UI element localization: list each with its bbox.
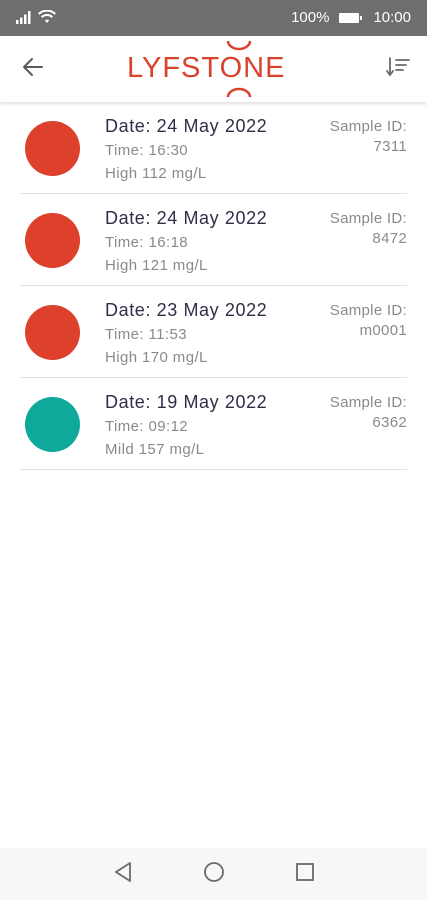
back-button[interactable] [18, 54, 48, 84]
sample-id-label: Sample ID: [329, 118, 407, 135]
sample-list: Date: 24 May 2022 Time: 16:30 High 112 m… [0, 102, 427, 470]
sample-date: Date: 24 May 2022 [105, 116, 268, 136]
battery-percentage: 100% [291, 9, 330, 26]
signal-icon [16, 10, 32, 29]
sample-id-label: Sample ID: [329, 210, 407, 227]
app-bar: LYFSTONE [0, 36, 427, 102]
sample-id-label: Sample ID: [329, 394, 407, 411]
sample-id-value: m0001 [359, 322, 407, 339]
status-indicator [25, 305, 80, 360]
status-indicator [25, 213, 80, 268]
sample-time: Time: 16:18 [105, 234, 189, 251]
sample-id-value: 6362 [372, 414, 407, 431]
sample-row[interactable]: Date: 24 May 2022 Time: 16:30 High 112 m… [20, 102, 407, 194]
logo-text: LYFSTONE [127, 52, 286, 84]
sample-date: Date: 24 May 2022 [105, 208, 268, 228]
wifi-icon [38, 9, 56, 29]
sort-button[interactable] [383, 54, 413, 84]
sort-icon [386, 56, 410, 82]
circle-home-icon [203, 861, 225, 888]
system-nav-bar [0, 848, 427, 900]
status-bar: 100% 10:00 [0, 0, 427, 36]
nav-recents-button[interactable] [293, 862, 317, 886]
battery-icon [339, 12, 363, 23]
brand-logo: LYFSTONE [127, 36, 299, 102]
sample-time: Time: 11:53 [105, 326, 187, 343]
arrow-left-icon [22, 57, 44, 82]
status-indicator [25, 121, 80, 176]
sample-reading: High 121 mg/L [105, 257, 208, 274]
status-right: 100% 10:00 [291, 9, 411, 26]
sample-id-value: 7311 [373, 138, 407, 155]
sample-id-value: 8472 [372, 230, 407, 247]
sample-time: Time: 09:12 [105, 418, 189, 435]
sample-row[interactable]: Date: 19 May 2022 Time: 09:12 Mild 157 m… [20, 378, 407, 470]
status-indicator [25, 397, 80, 452]
clock: 10:00 [373, 9, 411, 26]
nav-back-button[interactable] [111, 861, 135, 888]
sample-date: Date: 23 May 2022 [105, 300, 268, 320]
square-recents-icon [295, 862, 315, 887]
sample-reading: High 170 mg/L [105, 349, 208, 366]
sample-time: Time: 16:30 [105, 142, 189, 159]
sample-row[interactable]: Date: 24 May 2022 Time: 16:18 High 121 m… [20, 194, 407, 286]
sample-reading: Mild 157 mg/L [105, 441, 205, 458]
triangle-back-icon [113, 861, 133, 888]
sample-row[interactable]: Date: 23 May 2022 Time: 11:53 High 170 m… [20, 286, 407, 378]
nav-home-button[interactable] [202, 861, 226, 888]
sample-id-label: Sample ID: [329, 302, 407, 319]
sample-date: Date: 19 May 2022 [105, 392, 268, 412]
sample-reading: High 112 mg/L [105, 165, 207, 182]
status-left [16, 9, 56, 29]
